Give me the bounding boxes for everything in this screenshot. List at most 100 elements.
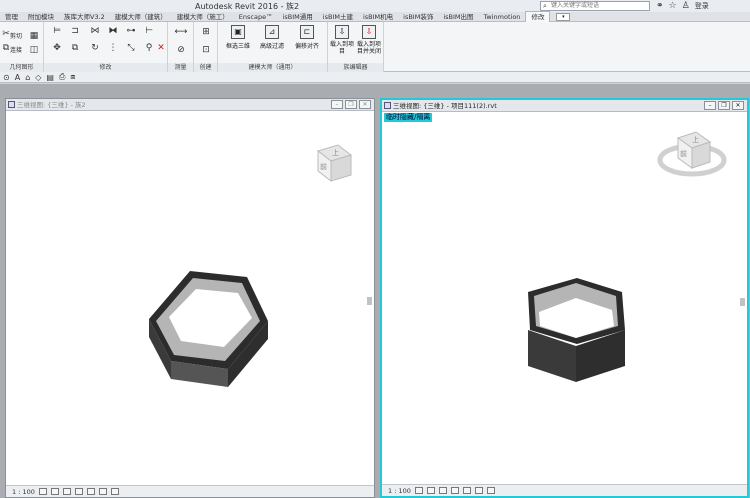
select-3d-label: 框选三维 xyxy=(225,43,250,50)
copy-icon[interactable]: ⧉ xyxy=(68,42,82,54)
login-button[interactable]: 登录 xyxy=(695,1,709,11)
restore-button[interactable]: ❐ xyxy=(345,100,357,109)
offset-icon[interactable]: ⊐ xyxy=(68,25,82,37)
render-icon[interactable] xyxy=(86,488,95,495)
sun-path-icon[interactable] xyxy=(438,487,447,494)
create-group-icon[interactable]: ⊡ xyxy=(199,44,213,56)
array-icon[interactable]: ⋮ xyxy=(106,42,120,54)
star-icon[interactable]: ☆ xyxy=(669,1,677,11)
sun-path-icon[interactable] xyxy=(62,488,71,495)
load-and-close-button[interactable]: ⇩ 载入到项目并关闭 xyxy=(355,25,383,55)
pin-small-icon[interactable]: ◇ xyxy=(35,73,41,82)
scrollbar-handle-right[interactable] xyxy=(740,298,745,306)
move-icon[interactable]: ✥ xyxy=(50,42,64,54)
crop-icon[interactable] xyxy=(98,488,107,495)
print-icon[interactable]: ⎙ xyxy=(59,72,65,82)
ribbon-tab-3[interactable]: 建模大师（建筑） xyxy=(110,12,172,22)
view-window-left[interactable]: 三维视图: {三维} - 族2 – ❐ ✕ 上 前 1: 100 xyxy=(5,98,375,498)
view-cube-top-text: 上 xyxy=(692,135,699,144)
ribbon-tab-1[interactable]: 附加模块 xyxy=(23,12,59,22)
text-icon[interactable]: A xyxy=(15,73,20,82)
crop-icon[interactable] xyxy=(474,487,483,494)
visual-style-icon[interactable] xyxy=(50,488,59,495)
split-icon[interactable]: ⊶ xyxy=(124,25,138,37)
box-select-icon: ▣ xyxy=(231,25,245,39)
view-scale-right[interactable]: 1 : 100 xyxy=(388,485,411,497)
view-cube-right[interactable]: 上 前 xyxy=(657,131,727,177)
ribbon-tab-12[interactable]: 修改 xyxy=(525,11,551,22)
ribbon-tab-bar: 管理 附加模块 族库大师V3.2 建模大师（建筑） 建模大师（施工） Enscape™ is… xyxy=(0,11,750,22)
rotate-icon[interactable]: ↻ xyxy=(88,42,102,54)
ribbon-tab-2[interactable]: 族库大师V3.2 xyxy=(59,12,110,22)
load-close-icon: ⇩ xyxy=(362,25,376,39)
trim-icon[interactable]: ⊢ xyxy=(142,25,156,37)
join-icon[interactable]: ⧉ xyxy=(2,43,10,53)
scale-icon[interactable]: ⤡ xyxy=(124,42,138,54)
view-canvas-left[interactable]: 上 前 xyxy=(6,111,374,485)
scrollbar-handle-left[interactable] xyxy=(367,297,372,305)
window-tile-icon[interactable]: ⧈ xyxy=(70,72,75,82)
view-cube-left[interactable]: 上 前 xyxy=(316,144,353,183)
shadows-icon[interactable] xyxy=(74,488,83,495)
group-label-geometry: 几何图形 xyxy=(0,63,43,72)
minimize-button[interactable]: – xyxy=(704,101,716,110)
hexagon-wall-model-left[interactable] xyxy=(149,271,268,387)
ribbon-tab-11[interactable]: Twinmotion xyxy=(479,12,526,22)
detail-level-icon[interactable] xyxy=(414,487,423,494)
select-3d-button[interactable]: ▣ 框选三维 xyxy=(222,25,254,50)
model-svg-left: 上 前 xyxy=(149,144,353,387)
close-button[interactable]: ✕ xyxy=(732,101,744,110)
view-scale-left[interactable]: 1 : 100 xyxy=(12,486,35,498)
model-svg-right: 上 前 xyxy=(528,131,727,382)
hexagon-wall-model-right[interactable] xyxy=(528,278,625,382)
create-similar-icon[interactable]: ⊞ xyxy=(199,26,213,38)
delete-icon[interactable]: ✕ xyxy=(156,42,166,54)
load-into-project-button[interactable]: ⇩ 载入到项目 xyxy=(330,25,354,55)
scissors-icon[interactable]: ✂ xyxy=(2,29,10,39)
ribbon-tab-6[interactable]: isBIM通用 xyxy=(278,12,318,22)
align-icon[interactable]: ⊨ xyxy=(50,25,64,37)
lock-icon[interactable]: ⊙ xyxy=(3,73,10,82)
shadows-icon[interactable] xyxy=(450,487,459,494)
view-canvas-right[interactable]: 临时隐藏/隔离 上 前 xyxy=(382,112,747,484)
mirror-draw-icon[interactable]: ⧓ xyxy=(106,25,120,37)
hide-isolate-icon[interactable] xyxy=(110,488,119,495)
render-icon[interactable] xyxy=(462,487,471,494)
ribbon-tab-10[interactable]: isBIM出图 xyxy=(438,12,478,22)
title-bar: Autodesk Revit 2016 - 族2 ⌕ 键入关键字或短语 ⚭ ☆ … xyxy=(0,0,750,12)
hide-isolate-icon[interactable] xyxy=(486,487,495,494)
camera-icon[interactable]: ⌂ xyxy=(25,73,30,82)
binoculars-icon[interactable]: ⚭ xyxy=(656,1,664,11)
paint-icon[interactable]: ▦ xyxy=(28,30,40,42)
advanced-filter-button[interactable]: ⊿ 高级过滤 xyxy=(256,25,288,50)
cut-button[interactable]: 剪切 xyxy=(10,31,22,40)
ribbon-tab-4[interactable]: 建模大师（施工） xyxy=(172,12,234,22)
close-button[interactable]: ✕ xyxy=(359,100,371,109)
user-icon[interactable]: ♙ xyxy=(682,1,690,11)
join-button[interactable]: 连接 xyxy=(10,45,22,54)
ribbon-tab-0[interactable]: 管理 xyxy=(0,12,23,22)
ribbon-minimize-toggle[interactable]: ▾ xyxy=(556,12,571,21)
visual-style-icon[interactable] xyxy=(426,487,435,494)
view-window-right[interactable]: 三维视图: {三维} - 项目111(2).rvt – ❐ ✕ 临时隐藏/隔离 … xyxy=(380,98,749,498)
view-control-bar-right: 1 : 100 xyxy=(382,484,747,496)
ribbon-tab-7[interactable]: isBIM土建 xyxy=(318,12,358,22)
filter-icon: ⊿ xyxy=(265,25,279,39)
view-toggle-icon[interactable]: ▤ xyxy=(46,73,54,82)
view-3d-icon xyxy=(384,102,391,109)
split-face-icon[interactable]: ◫ xyxy=(28,44,40,56)
ribbon-group-measure: ⟷ ⊘ 测量 xyxy=(168,22,194,72)
minimize-button[interactable]: – xyxy=(331,100,343,109)
detail-level-icon[interactable] xyxy=(38,488,47,495)
pin-icon[interactable]: ⚲ xyxy=(142,42,156,54)
search-input[interactable]: ⌕ 键入关键字或短语 xyxy=(540,1,650,11)
temporary-hide-isolate-tag: 临时隐藏/隔离 xyxy=(384,113,433,122)
offset-align-button[interactable]: ⊏ 偏移对齐 xyxy=(290,25,324,50)
restore-button[interactable]: ❐ xyxy=(718,101,730,110)
ribbon-tab-5[interactable]: Enscape™ xyxy=(234,12,278,22)
mirror-axis-icon[interactable]: ⋈ xyxy=(88,25,102,37)
ribbon-tab-9[interactable]: isBIM装饰 xyxy=(398,12,438,22)
dimension-icon[interactable]: ⊘ xyxy=(174,44,188,56)
ribbon-tab-8[interactable]: isBIM机电 xyxy=(358,12,398,22)
measure-icon[interactable]: ⟷ xyxy=(174,26,188,38)
